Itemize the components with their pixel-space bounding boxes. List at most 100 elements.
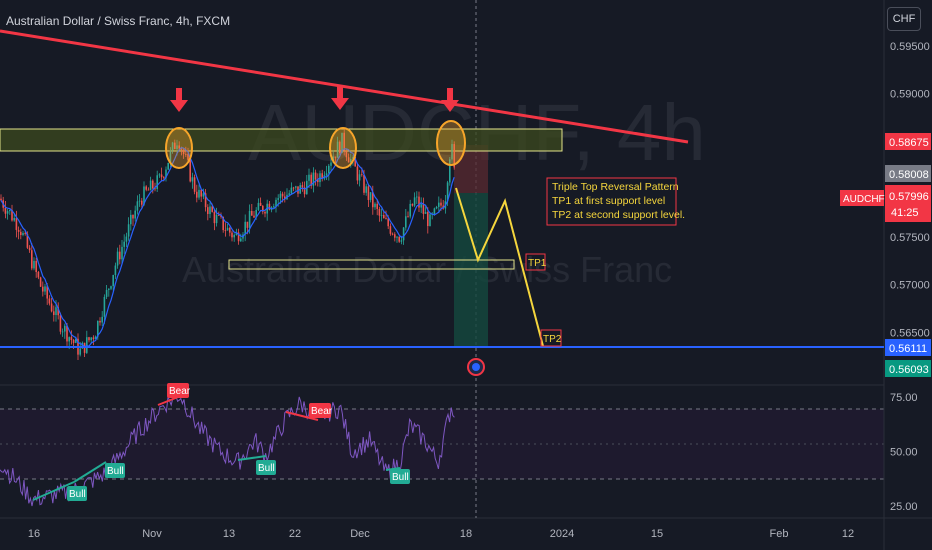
rsi-bull-label-2: Bull (105, 463, 125, 478)
top-circle-1 (165, 127, 193, 169)
rsi-bear-label-2: Bear (309, 403, 333, 418)
candle-body-36 (79, 348, 81, 355)
candle-body-170 (374, 203, 376, 208)
candle-body-115 (253, 215, 255, 218)
candle-body-149 (328, 165, 330, 174)
top-circle-3 (436, 120, 466, 166)
candle-body-112 (246, 221, 249, 228)
svg-text:Bear: Bear (311, 406, 333, 417)
time-tick-8: 2024 (550, 528, 574, 540)
currency-button[interactable]: CHF (887, 7, 921, 31)
top-circle-2 (329, 127, 357, 169)
candle-body-0 (0, 198, 2, 201)
candle-body-166 (365, 186, 367, 193)
candle-body-148 (325, 173, 328, 176)
candle-body-134 (295, 186, 297, 188)
svg-text:Bull: Bull (107, 466, 124, 477)
candle-body-167 (367, 186, 370, 200)
svg-text:0.56111: 0.56111 (889, 343, 927, 355)
candle-body-122 (268, 203, 271, 210)
candle-body-162 (356, 166, 359, 181)
candle-body-32 (70, 337, 73, 340)
candle-body-41 (90, 337, 92, 341)
candle-body-17 (37, 272, 40, 278)
candle-body-57 (125, 236, 128, 242)
candle-body-120 (264, 211, 266, 214)
candle-body-13 (28, 247, 31, 251)
candle-body-28 (61, 331, 64, 333)
candle-body-179 (394, 234, 396, 238)
candle-body-72 (158, 174, 161, 176)
rsi-tick-0: 75.00 (890, 392, 918, 404)
candle-body-177 (389, 226, 392, 234)
candle-body-195 (429, 214, 431, 227)
time-tick-9: 15 (651, 528, 663, 540)
candle-body-25 (55, 307, 57, 316)
candle-body-40 (88, 337, 90, 341)
candle-body-186 (409, 203, 411, 217)
candle-body-14 (31, 250, 33, 269)
tp2-label: TP2 (543, 334, 562, 345)
rsi-tick-2: 25.00 (890, 501, 918, 513)
svg-text:Bear: Bear (169, 386, 191, 397)
candle-body-33 (72, 339, 75, 343)
candle-body-27 (59, 315, 62, 332)
svg-text:0.57996: 0.57996 (889, 191, 929, 203)
candle-body-140 (308, 174, 310, 181)
candle-body-182 (400, 240, 403, 242)
candle-body-2 (4, 207, 7, 214)
candle-body-22 (48, 298, 51, 304)
candle-body-168 (369, 192, 372, 200)
candle-body-8 (17, 229, 20, 232)
flag-event-inner (472, 363, 480, 371)
candle-body-71 (156, 175, 158, 189)
svg-text:0.58675: 0.58675 (889, 137, 929, 149)
candle-body-39 (86, 337, 88, 353)
candle-body-94 (207, 207, 209, 214)
time-tick-1: Nov (142, 528, 162, 540)
candle-body-190 (418, 196, 420, 208)
candle-body-50 (110, 286, 112, 289)
price-tick-1: 0.59000 (890, 89, 930, 101)
price-tick-4: 0.57500 (890, 232, 930, 244)
price-tick-0: 0.59500 (890, 41, 930, 53)
candle-body-90 (198, 189, 200, 198)
candle-body-128 (281, 193, 284, 197)
candle-body-42 (92, 337, 95, 340)
candle-body-105 (231, 232, 233, 238)
candle-body-95 (209, 206, 211, 214)
svg-text:AUDCHF: AUDCHF (843, 194, 885, 205)
chart-canvas[interactable]: AUDCHF, 4h Australian Dollar / Swiss Fra… (0, 0, 932, 550)
candle-body-117 (257, 202, 260, 210)
candle-body-16 (35, 260, 37, 273)
rsi-bull-label-3: Bull (256, 460, 276, 475)
candle-body-171 (376, 203, 378, 209)
time-tick-7: 18 (460, 528, 472, 540)
candle-body-180 (396, 236, 398, 238)
candle-body-86 (189, 159, 191, 182)
time-tick-4: 22 (289, 528, 301, 540)
svg-text:0.56093: 0.56093 (889, 364, 929, 376)
candle-body-53 (116, 251, 119, 266)
candle-body-111 (244, 221, 246, 235)
price-label-0.57996: 0.57996 41:25 (885, 185, 931, 222)
candle-body-127 (279, 193, 282, 199)
candle-body-176 (387, 218, 389, 227)
candle-body-99 (218, 214, 220, 216)
price-label-0.56093: 0.56093 (885, 360, 931, 377)
time-tick-0: 16 (28, 528, 40, 540)
time-tick-10: Feb (770, 528, 789, 540)
candle-body-192 (422, 204, 425, 214)
candle-body-137 (301, 185, 304, 188)
candle-body-164 (361, 174, 363, 176)
candle-body-163 (358, 174, 361, 181)
candle-body-52 (114, 265, 117, 275)
candle-body-97 (213, 211, 216, 224)
candle-body-124 (273, 206, 275, 208)
rsi-bear-label-1: Bear (167, 383, 191, 398)
rsi-tick-1: 50.00 (890, 447, 918, 459)
candle-body-63 (138, 200, 141, 202)
candle-body-68 (149, 180, 152, 191)
candle-body-49 (108, 288, 110, 290)
candle-body-188 (413, 197, 416, 206)
